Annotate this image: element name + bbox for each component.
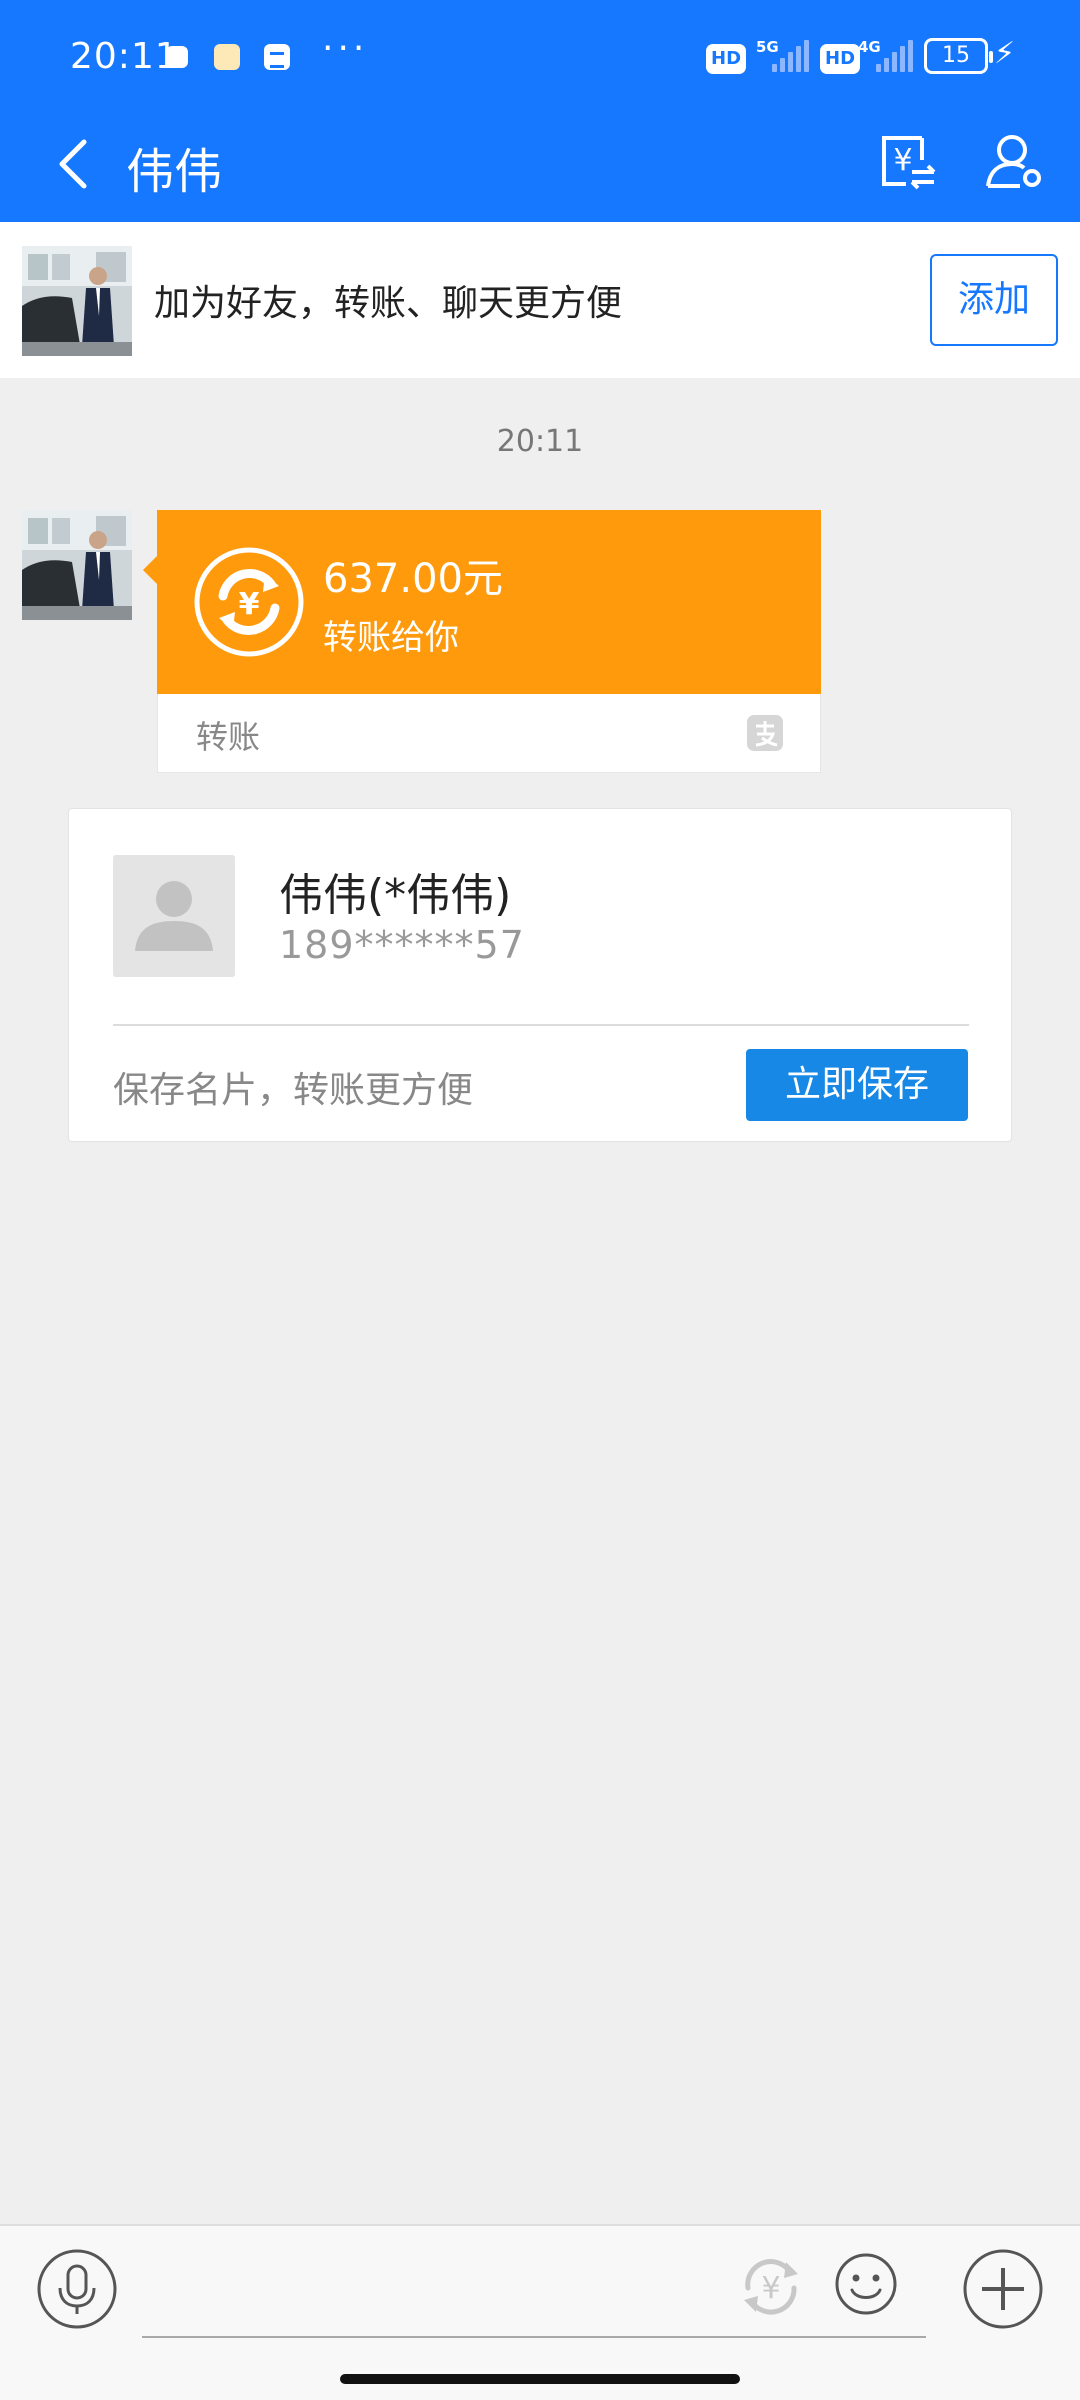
status-time: 20:11 <box>70 36 179 77</box>
notification-icon <box>166 46 188 68</box>
save-contact-hint: 保存名片，转账更方便 <box>113 1070 474 1111</box>
contact-phone: 189******57 <box>279 923 525 967</box>
back-icon[interactable] <box>48 134 108 194</box>
hd-badge: HD <box>820 44 861 74</box>
transfer-quick-icon[interactable]: ¥ <box>736 2252 806 2322</box>
message-input[interactable] <box>142 2262 926 2338</box>
charging-icon: ⚡ <box>994 36 1016 71</box>
add-friend-button[interactable]: 添加 <box>930 254 1058 346</box>
save-contact-button[interactable]: 立即保存 <box>746 1049 968 1121</box>
transfer-card-body: ¥ 637.00元 转账给你 <box>143 510 821 694</box>
svg-text:¥: ¥ <box>893 143 912 178</box>
navigation-bar: 伟伟 ¥ <box>0 118 1080 222</box>
transfer-card-footer: 转账 <box>157 694 821 773</box>
hd-badge: HD <box>706 44 747 74</box>
avatar[interactable] <box>22 510 132 620</box>
transfer-icon[interactable]: ¥ <box>876 130 938 192</box>
emoji-icon[interactable] <box>834 2252 898 2316</box>
signal-icon <box>872 40 913 72</box>
add-friend-prompt: 加为好友，转账、聊天更方便 <box>154 283 623 324</box>
message-input-bar: ¥ <box>0 2224 1080 2400</box>
transfer-amount: 637.00元 <box>323 556 503 602</box>
top-app-bar: 20:11 ··· HD 5G HD 4G 15 ⚡ 伟伟 ¥ <box>0 0 1080 222</box>
yuan-coin-icon: ¥ <box>194 547 304 657</box>
microphone-icon[interactable] <box>36 2248 118 2330</box>
more-notifications-icon: ··· <box>322 28 369 69</box>
transfer-message-card[interactable]: ¥ 637.00元 转账给你 转账 <box>143 510 821 773</box>
transfer-label: 转账 <box>196 718 261 756</box>
status-bar: 20:11 ··· HD 5G HD 4G 15 ⚡ <box>0 0 1080 118</box>
home-indicator[interactable] <box>340 2374 740 2384</box>
svg-text:¥: ¥ <box>761 2271 780 2306</box>
signal-icon <box>768 40 809 72</box>
profile-icon[interactable] <box>984 130 1046 192</box>
transfer-description: 转账给你 <box>323 618 459 658</box>
message-timestamp: 20:11 <box>496 424 584 459</box>
add-friend-banner: 加为好友，转账、聊天更方便 添加 <box>0 222 1080 378</box>
contact-card[interactable]: 伟伟(*伟伟) 189******57 保存名片，转账更方便 立即保存 <box>68 808 1012 1142</box>
contact-avatar <box>113 855 235 977</box>
battery-icon: 15 <box>924 38 993 74</box>
avatar[interactable] <box>22 246 132 356</box>
contact-name: 伟伟(*伟伟) <box>279 870 512 921</box>
plus-icon[interactable] <box>962 2248 1044 2330</box>
svg-text:¥: ¥ <box>239 587 260 622</box>
page-title: 伟伟 <box>126 144 223 200</box>
notification-icon <box>264 44 290 70</box>
notification-icon <box>214 44 240 70</box>
alipay-icon <box>747 715 783 751</box>
divider <box>113 1024 969 1026</box>
